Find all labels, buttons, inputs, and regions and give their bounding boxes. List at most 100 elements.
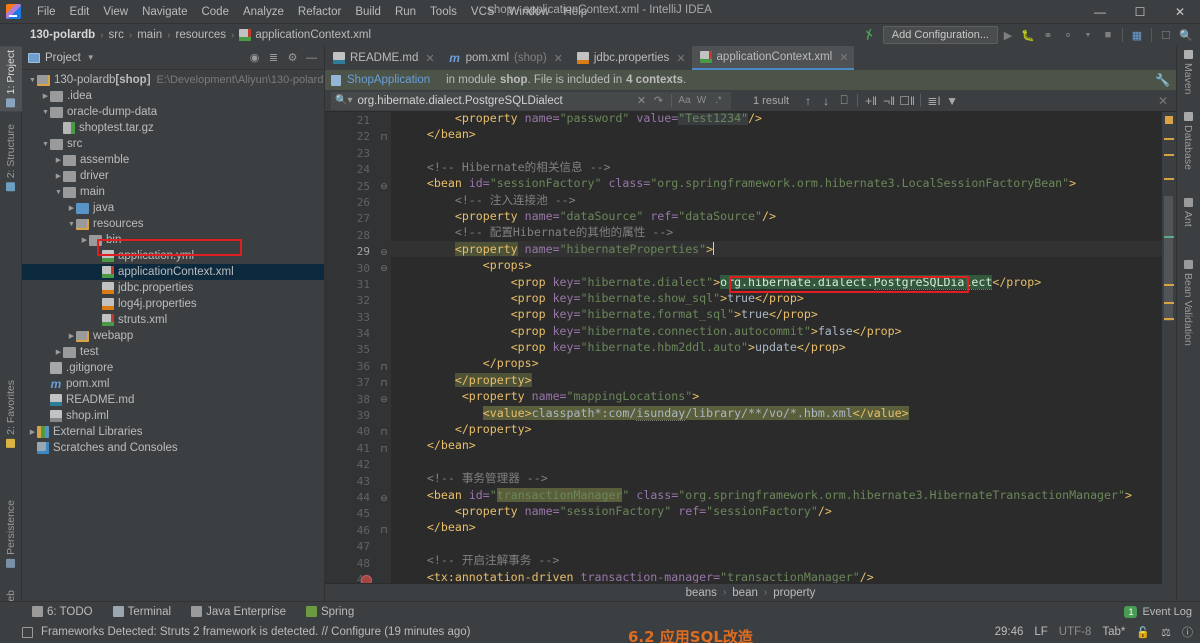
tree-node-log4j-properties[interactable]: ▶log4j.properties [22,296,324,312]
code-line[interactable]: <!-- 事务管理器 --> [391,470,1176,486]
remove-line-icon[interactable]: ¬‖ [880,92,898,110]
fold-marker[interactable]: ⊓ [377,441,391,457]
code-line[interactable]: <prop key="hibernate.show_sql">true</pro… [391,290,1176,306]
tree-node--gitignore[interactable]: ▶.gitignore [22,360,324,376]
code-line[interactable]: </props> [391,355,1176,371]
tool-window-database[interactable]: Database [1176,108,1200,174]
chevron-right-icon[interactable]: ▶ [67,204,76,212]
code-line[interactable]: <property name="sessionFactory" ref="ses… [391,503,1176,519]
tree-node-driver[interactable]: ▶ driver [22,168,324,184]
editor-breadcrumb-beans[interactable]: beans [686,587,717,599]
fold-marker[interactable]: ⊖ [377,261,391,277]
close-tab-icon[interactable]: ✕ [839,51,848,64]
code-line[interactable]: <property name="password" value="Test123… [391,113,1176,126]
search-history-icon[interactable]: ↷ [650,94,667,107]
breadcrumb-item-2[interactable]: main [137,29,162,41]
project-structure-icon[interactable]: ▦ [1127,25,1147,45]
clear-search-icon[interactable]: ✕ [633,94,650,107]
code-line[interactable] [391,536,1176,552]
editor-breadcrumb-bean[interactable]: bean [732,587,758,599]
chevron-down-icon[interactable]: ▼ [41,109,50,116]
fold-marker[interactable]: ⊓ [377,129,391,145]
tool-window-bean-validation[interactable]: Bean Validation [1176,256,1200,350]
line-separator[interactable]: LF [1034,626,1047,638]
add-configuration-button[interactable]: Add Configuration... [882,26,998,44]
wrench-icon[interactable]: 🔧 [1155,73,1170,87]
editor-tab-pom-xml[interactable]: m pom.xml (shop) ✕ [441,46,569,70]
fold-marker[interactable]: ⊖ [377,244,391,260]
minimize-button[interactable]: — [1080,0,1120,24]
code-line[interactable]: <value>classpath*:com/isunday/library/**… [391,405,1176,421]
tree-node-applicationcontext-xml[interactable]: ▶applicationContext.xml [22,264,324,280]
menu-navigate[interactable]: Navigate [135,3,194,21]
chevron-right-icon[interactable]: ▶ [54,348,63,356]
tree-node-scratches-and-consoles[interactable]: ▶Scratches and Consoles [22,440,324,456]
add-line-icon[interactable]: +‖ [862,92,880,110]
notification-icon[interactable]: ⓘ [1182,624,1193,640]
tree-node-oracle-dump-data[interactable]: ▼ oracle-dump-data [22,104,324,120]
context-count[interactable]: 4 contexts [626,74,683,86]
tree-node-shop-iml[interactable]: ▶shop.iml [22,408,324,424]
menu-run[interactable]: Run [388,3,423,21]
tree-node-test[interactable]: ▶ test [22,344,324,360]
fold-marker[interactable]: ⊖ [377,179,391,195]
code-line[interactable]: <bean id="transactionManager" class="org… [391,487,1176,503]
code-line[interactable]: <prop key="hibernate.dialect">org.hibern… [391,274,1176,290]
tree-node-external-libraries[interactable]: ▶ External Libraries [22,424,324,440]
indent-setting[interactable]: Tab* [1102,626,1125,638]
code-line[interactable]: <property name="dataSource" ref="dataSou… [391,208,1176,224]
run-coverage-icon[interactable]: ⚭ [1038,25,1058,45]
tool-window-maven[interactable]: Maven [1176,46,1200,99]
tree-node--idea[interactable]: ▶ .idea [22,88,324,104]
chevron-down-icon[interactable]: ▼ [41,141,50,148]
tree-node-webapp[interactable]: ▶ webapp [22,328,324,344]
tool-window-project[interactable]: 1: Project [0,46,22,112]
breadcrumb-item-0[interactable]: 130-polardb [30,29,95,41]
editor-tab-jdbc-properties[interactable]: jdbc.properties ✕ [569,46,692,70]
fold-marker[interactable]: ⊓ [377,359,391,375]
menu-analyze[interactable]: Analyze [236,3,291,21]
close-find-icon[interactable]: ✕ [1158,94,1172,108]
tool-window-ant[interactable]: Ant [1176,194,1200,231]
flatten-packages-icon[interactable]: ≣ [265,49,282,66]
tree-node-application-yml[interactable]: ▶application.yml [22,248,324,264]
hide-panel-icon[interactable]: — [303,49,320,66]
tool-window-favorites[interactable]: 2: Favorites [0,376,22,452]
chevron-right-icon[interactable]: ▶ [28,428,37,436]
collapse-scope-icon[interactable]: ◉ [246,49,263,66]
menu-build[interactable]: Build [348,3,388,21]
menu-view[interactable]: View [96,3,135,21]
filter-lines-icon[interactable]: ≣I [925,92,943,110]
lock-icon[interactable]: 🔓 [1136,626,1150,639]
close-tab-icon[interactable]: ✕ [554,52,563,65]
chevron-down-icon[interactable]: ▼ [54,189,63,196]
settings-gear-icon[interactable]: ⚙ [284,49,301,66]
breadcrumb-item-1[interactable]: src [109,29,124,41]
tree-node-bin[interactable]: ▶ bin [22,232,324,248]
editor-tab-applicationcontext-xml[interactable]: applicationContext.xml ✕ [691,46,855,70]
status-message[interactable]: Frameworks Detected: Struts 2 framework … [41,626,471,638]
bottom-tab-6-todo[interactable]: 6: TODO [22,606,103,618]
edit-line-icon[interactable]: ☐‖ [898,92,916,110]
tree-node-shoptest-tar-gz[interactable]: ▶shoptest.tar.gz [22,120,324,136]
chevron-right-icon[interactable]: ▶ [41,92,50,100]
code-line[interactable]: </property> [391,421,1176,437]
code-line[interactable]: <tx:annotation-driven transaction-manage… [391,569,1176,583]
tree-node-readme-md[interactable]: ▶README.md [22,392,324,408]
code-line[interactable]: <prop key="hibernate.hbm2ddl.auto">updat… [391,339,1176,355]
code-line[interactable]: </bean> [391,519,1176,535]
inspection-icon[interactable]: ⚖ [1161,626,1171,639]
tree-node-jdbc-properties[interactable]: ▶jdbc.properties [22,280,324,296]
code-line[interactable]: <bean id="sessionFactory" class="org.spr… [391,175,1176,191]
fold-marker[interactable]: ⊓ [377,424,391,440]
bottom-tab-java-enterprise[interactable]: Java Enterprise [181,606,296,618]
menu-help[interactable]: Help [556,3,594,21]
editor-tab-readme-md[interactable]: README.md ✕ [325,46,441,70]
project-tree[interactable]: ▼ 130-polardb [shop] E:\Development\Aliyun… [22,70,324,601]
build-hammer-icon[interactable]: ✗ [861,26,877,45]
prev-match-icon[interactable]: ↑ [799,92,817,110]
select-all-occurrences-icon[interactable]: ⎕ [835,92,853,110]
code-line[interactable]: <property name="hibernateProperties"> [391,240,1176,258]
maximize-button[interactable]: ☐ [1120,0,1160,24]
code-line[interactable]: <prop key="hibernate.format_sql">true</p… [391,306,1176,322]
